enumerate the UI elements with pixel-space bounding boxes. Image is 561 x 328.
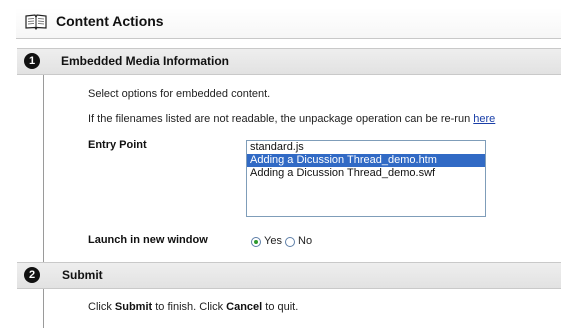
page-title: Content Actions [56, 13, 164, 29]
launch-no-label[interactable]: No [298, 235, 312, 247]
unreadable-filenames-note: If the filenames listed are not readable… [88, 113, 495, 125]
entry-point-option-selected[interactable]: Adding a Dicussion Thread_demo.htm [247, 154, 485, 167]
content-actions-header: Content Actions [16, 8, 561, 39]
unreadable-filenames-note-text: If the filenames listed are not readable… [88, 113, 471, 125]
submit-instruction-part: to finish. Click [152, 301, 227, 313]
entry-point-option[interactable]: Adding a Dicussion Thread_demo.swf [247, 167, 485, 180]
step-2-number-badge: 2 [24, 267, 40, 283]
submit-instruction: Click Submit to finish. Click Cancel to … [88, 301, 298, 313]
submit-instruction-part: Click [88, 301, 115, 313]
step-1-title: Embedded Media Information [61, 54, 230, 68]
open-book-icon [25, 14, 47, 30]
launch-no-radio[interactable] [285, 237, 295, 247]
rerun-unpackage-link[interactable]: here [473, 113, 495, 125]
submit-word: Submit [114, 301, 153, 313]
entry-point-label: Entry Point [88, 139, 147, 151]
launch-new-window-label: Launch in new window [88, 234, 208, 246]
launch-yes-radio[interactable] [251, 237, 261, 247]
content-actions-page: Content Actions 1 Embedded Media Informa… [0, 0, 561, 328]
launch-yes-label[interactable]: Yes [264, 235, 282, 247]
step-2-header: 2 Submit [17, 262, 561, 289]
entry-point-option[interactable]: standard.js [247, 141, 485, 154]
section-divider-line [43, 70, 44, 328]
entry-point-listbox[interactable]: standard.js Adding a Dicussion Thread_de… [246, 140, 486, 217]
step-1-header: 1 Embedded Media Information [17, 48, 561, 75]
step-1-number-badge: 1 [24, 53, 40, 69]
step-2-title: Submit [62, 268, 103, 282]
step-1-instruction: Select options for embedded content. [88, 88, 271, 100]
submit-instruction-part: to quit. [262, 301, 299, 313]
cancel-word: Cancel [226, 301, 263, 313]
